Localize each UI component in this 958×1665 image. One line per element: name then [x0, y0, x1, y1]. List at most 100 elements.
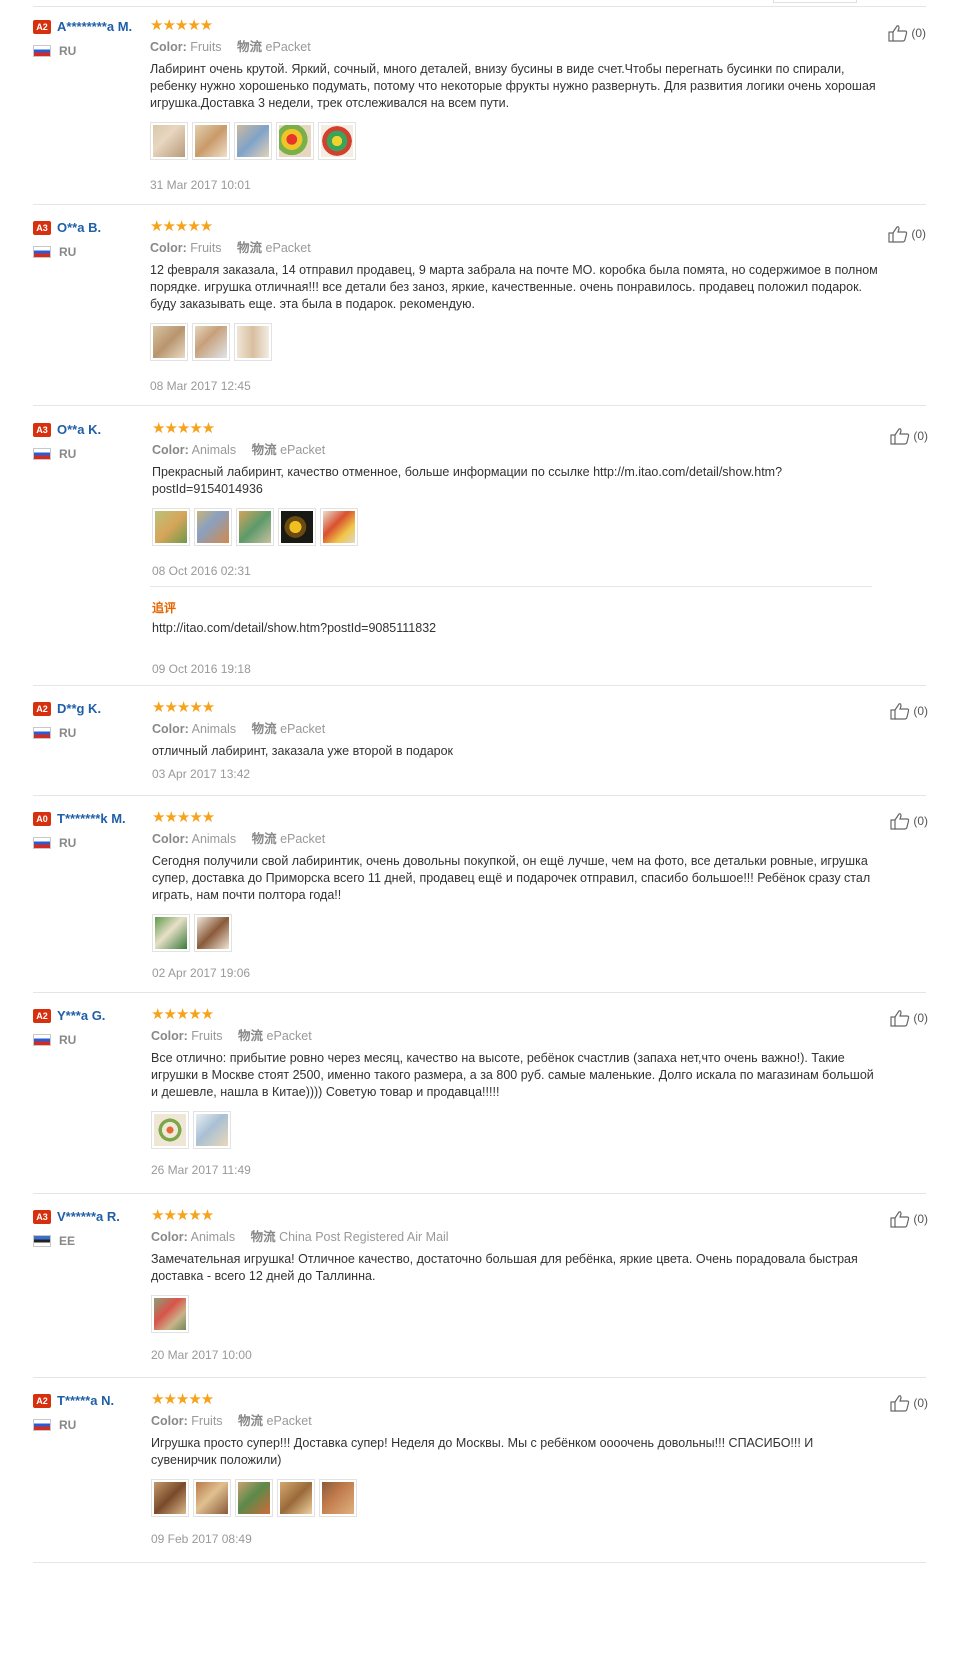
- shipping-value: ePacket: [266, 1029, 312, 1043]
- review-photo-thumbnail[interactable]: [194, 508, 232, 546]
- reviewer-name[interactable]: T*******k M.: [57, 811, 126, 826]
- helpful-button[interactable]: (0): [888, 225, 926, 243]
- five-star-rating-icon: ★★★★★: [151, 1207, 214, 1224]
- review-text: 12 февраля заказала, 14 отправил продаве…: [150, 263, 878, 311]
- reviewer-name[interactable]: D**g K.: [57, 701, 101, 716]
- reviewer-name-block[interactable]: A3 V******a R.: [33, 1208, 151, 1226]
- review-photo-thumbnail[interactable]: [192, 323, 230, 361]
- review-item: A3 O**a K. RU ★★★★★ Color: Animals 物流 ePa…: [33, 420, 928, 686]
- reviewer-name[interactable]: T*****a N.: [57, 1393, 114, 1408]
- color-value: Animals: [191, 832, 237, 846]
- review-photo-thumbnail[interactable]: [150, 323, 188, 361]
- reviewer-name-block[interactable]: A0 T*******k M.: [33, 810, 151, 828]
- helpful-button[interactable]: (0): [890, 427, 928, 445]
- review-photo-thumbnail[interactable]: [151, 1295, 189, 1333]
- helpful-count: (0): [911, 26, 926, 40]
- color-label: Color:: [151, 1230, 188, 1244]
- reviewer-name[interactable]: Y***a G.: [57, 1008, 105, 1023]
- reviewer-name-block[interactable]: A2 Y***a G.: [33, 1007, 151, 1025]
- followup-text: http://itao.com/detail/show.htm?postId=9…: [152, 621, 437, 635]
- five-star-rating-icon: ★★★★★: [152, 699, 215, 716]
- reviewer-name-block[interactable]: A3 O**a K.: [33, 421, 151, 439]
- helpful-button[interactable]: (0): [890, 1210, 928, 1228]
- reviewer-country: RU: [33, 726, 151, 740]
- review-photo-thumbnail[interactable]: [236, 508, 274, 546]
- review-divider: [33, 1193, 926, 1194]
- review-photo-thumbnail[interactable]: [193, 1479, 231, 1517]
- reviewer-country: RU: [33, 836, 151, 850]
- review-photo-thumbnail[interactable]: [318, 122, 356, 160]
- review-photo-thumbnail[interactable]: [320, 508, 358, 546]
- review-images: [151, 1479, 881, 1519]
- reviewer-name[interactable]: O**a K.: [57, 422, 101, 437]
- helpful-button[interactable]: (0): [890, 812, 928, 830]
- color-label: Color:: [152, 722, 189, 736]
- country-code: RU: [59, 1418, 77, 1432]
- review-photo-thumbnail[interactable]: [192, 122, 230, 160]
- review-photo-thumbnail[interactable]: [194, 914, 232, 952]
- reviewer-info: A3 O**a B. RU: [33, 219, 151, 259]
- review-photo-thumbnail[interactable]: [152, 914, 190, 952]
- reviewer-name[interactable]: O**a B.: [57, 220, 101, 235]
- review-photo-thumbnail[interactable]: [235, 1479, 273, 1517]
- color-label: Color:: [150, 241, 187, 255]
- russia-flag-icon: [33, 448, 51, 460]
- thumbs-up-icon: [890, 428, 910, 445]
- review-photo-thumbnail[interactable]: [152, 508, 190, 546]
- review-date: 02 Apr 2017 19:06: [152, 966, 251, 980]
- review-photo-thumbnail[interactable]: [277, 1479, 315, 1517]
- helpful-button[interactable]: (0): [890, 1394, 928, 1412]
- helpful-button[interactable]: (0): [888, 24, 926, 42]
- helpful-count: (0): [913, 1011, 928, 1025]
- color-value: Fruits: [191, 1029, 223, 1043]
- color-value: Animals: [191, 443, 237, 457]
- thumbs-up-icon: [890, 1211, 910, 1228]
- shipping-label: 物流: [237, 40, 263, 54]
- review-photo-thumbnail[interactable]: [276, 122, 314, 160]
- reviewer-name[interactable]: A********a M.: [57, 19, 132, 34]
- reviewer-name-block[interactable]: A2 D**g K.: [33, 700, 151, 718]
- followup-date: 09 Oct 2016 19:18: [152, 662, 251, 676]
- review-photo-thumbnail[interactable]: [234, 323, 272, 361]
- followup-divider: [150, 586, 872, 587]
- reviewer-name-block[interactable]: A2 T*****a N.: [33, 1392, 151, 1410]
- review-images: [152, 914, 882, 954]
- review-body: ★★★★★ Color: Animals 物流 ePacket отличный…: [152, 699, 882, 782]
- thumbs-up-icon: [890, 813, 910, 830]
- review-body: ★★★★★ Color: Fruits 物流 ePacket Лабиринт …: [150, 18, 880, 192]
- reviewer-info: A0 T*******k M. RU: [33, 810, 151, 850]
- helpful-button[interactable]: (0): [890, 1009, 928, 1027]
- reviewer-info: A3 V******a R. EE: [33, 1208, 151, 1248]
- helpful-button[interactable]: (0): [890, 702, 928, 720]
- reviewer-country: RU: [33, 245, 151, 259]
- review-divider: [33, 1562, 926, 1563]
- review-divider: [33, 405, 926, 406]
- reviewer-info: A2 D**g K. RU: [33, 700, 151, 740]
- shipping-value: ePacket: [265, 241, 311, 255]
- review-photo-thumbnail[interactable]: [278, 508, 316, 546]
- helpful-count: (0): [913, 1212, 928, 1226]
- estonia-flag-icon: [33, 1235, 51, 1247]
- review-photo-thumbnail[interactable]: [150, 122, 188, 160]
- reviewer-country: EE: [33, 1234, 151, 1248]
- color-label: Color:: [151, 1414, 188, 1428]
- country-code: RU: [59, 726, 77, 740]
- review-photo-thumbnail[interactable]: [234, 122, 272, 160]
- color-label: Color:: [152, 832, 189, 846]
- review-text: Прекрасный лабиринт, качество отменное, …: [152, 465, 783, 496]
- reviewer-name[interactable]: V******a R.: [57, 1209, 120, 1224]
- review-photo-thumbnail[interactable]: [151, 1111, 189, 1149]
- color-value: Fruits: [191, 1414, 223, 1428]
- review-photo-thumbnail[interactable]: [151, 1479, 189, 1517]
- russia-flag-icon: [33, 1419, 51, 1431]
- reviewer-name-block[interactable]: A3 O**a B.: [33, 219, 151, 237]
- buyer-level-badge: A0: [33, 812, 51, 826]
- review-item: A2 T*****a N. RU ★★★★★ Color: Fruits 物流 e…: [33, 1392, 928, 1563]
- reviewer-info: A2 Y***a G. RU: [33, 1007, 151, 1047]
- review-photo-thumbnail[interactable]: [193, 1111, 231, 1149]
- color-label: Color:: [150, 40, 187, 54]
- five-star-rating-icon: ★★★★★: [152, 420, 215, 437]
- review-photo-thumbnail[interactable]: [319, 1479, 357, 1517]
- review-text: Все отлично: прибытие ровно через месяц,…: [151, 1051, 874, 1099]
- reviewer-name-block[interactable]: A2 A********a M.: [33, 18, 151, 36]
